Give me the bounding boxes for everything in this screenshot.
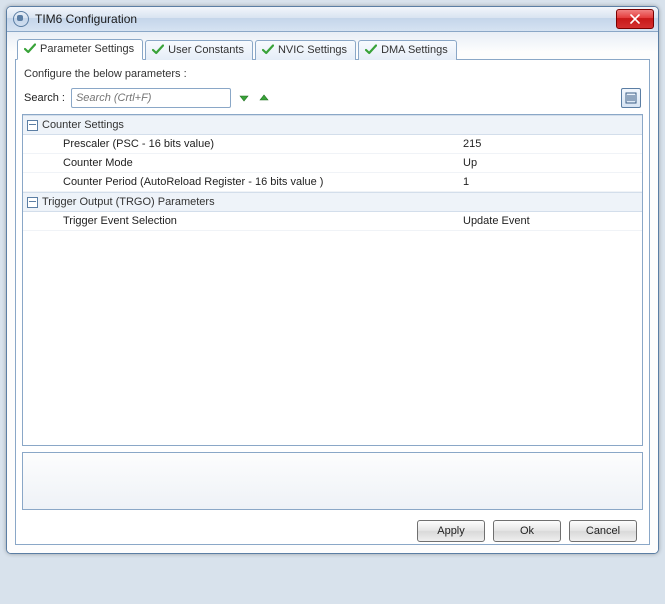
app-icon bbox=[13, 11, 29, 27]
titlebar: TIM6 Configuration bbox=[7, 7, 658, 32]
param-label: Counter Period (AutoReload Register - 16… bbox=[63, 176, 463, 188]
param-value[interactable]: Update Event bbox=[463, 215, 638, 227]
group-title: Counter Settings bbox=[42, 119, 124, 131]
param-label: Trigger Event Selection bbox=[63, 215, 463, 227]
tab-user-constants[interactable]: User Constants bbox=[145, 40, 253, 60]
configure-hint: Configure the below parameters : bbox=[24, 68, 643, 80]
column-button[interactable] bbox=[621, 88, 641, 108]
param-value[interactable]: Up bbox=[463, 157, 638, 169]
param-row[interactable]: Counter Period (AutoReload Register - 16… bbox=[23, 173, 642, 192]
check-icon bbox=[365, 44, 377, 56]
tab-dma-settings[interactable]: DMA Settings bbox=[358, 40, 457, 60]
tab-parameter-settings[interactable]: Parameter Settings bbox=[17, 39, 143, 60]
search-label: Search : bbox=[24, 92, 65, 104]
cancel-button[interactable]: Cancel bbox=[569, 520, 637, 542]
tab-label: User Constants bbox=[168, 44, 244, 56]
window-title: TIM6 Configuration bbox=[35, 12, 616, 26]
tab-label: DMA Settings bbox=[381, 44, 448, 56]
param-row[interactable]: Prescaler (PSC - 16 bits value) 215 bbox=[23, 135, 642, 154]
param-value[interactable]: 215 bbox=[463, 138, 638, 150]
apply-button[interactable]: Apply bbox=[417, 520, 485, 542]
tab-label: NVIC Settings bbox=[278, 44, 347, 56]
tab-body: Configure the below parameters : Search … bbox=[15, 60, 650, 545]
tab-nvic-settings[interactable]: NVIC Settings bbox=[255, 40, 356, 60]
check-icon bbox=[262, 44, 274, 56]
param-label: Prescaler (PSC - 16 bits value) bbox=[63, 138, 463, 150]
group-title: Trigger Output (TRGO) Parameters bbox=[42, 196, 215, 208]
group-counter-settings[interactable]: Counter Settings bbox=[23, 115, 642, 135]
ok-button[interactable]: Ok bbox=[493, 520, 561, 542]
close-icon bbox=[630, 14, 640, 24]
param-row[interactable]: Counter Mode Up bbox=[23, 154, 642, 173]
list-icon bbox=[625, 92, 637, 104]
close-button[interactable] bbox=[616, 9, 654, 29]
collapse-icon[interactable] bbox=[27, 197, 38, 208]
check-icon bbox=[152, 44, 164, 56]
description-panel bbox=[22, 452, 643, 510]
param-row[interactable]: Trigger Event Selection Update Event bbox=[23, 212, 642, 231]
next-match-icon[interactable] bbox=[237, 91, 251, 105]
tab-label: Parameter Settings bbox=[40, 43, 134, 55]
tab-bar: Parameter Settings User Constants NVIC S… bbox=[15, 38, 650, 60]
search-input[interactable] bbox=[71, 88, 231, 108]
client-area: Parameter Settings User Constants NVIC S… bbox=[7, 32, 658, 553]
param-label: Counter Mode bbox=[63, 157, 463, 169]
group-trgo-parameters[interactable]: Trigger Output (TRGO) Parameters bbox=[23, 192, 642, 212]
config-dialog: TIM6 Configuration Parameter Settings Us… bbox=[6, 6, 659, 554]
param-value[interactable]: 1 bbox=[463, 176, 638, 188]
search-row: Search : bbox=[24, 88, 641, 108]
prev-match-icon[interactable] bbox=[257, 91, 271, 105]
check-icon bbox=[24, 43, 36, 55]
parameter-tree[interactable]: Counter Settings Prescaler (PSC - 16 bit… bbox=[22, 114, 643, 446]
dialog-footer: Apply Ok Cancel bbox=[22, 510, 643, 544]
collapse-icon[interactable] bbox=[27, 120, 38, 131]
